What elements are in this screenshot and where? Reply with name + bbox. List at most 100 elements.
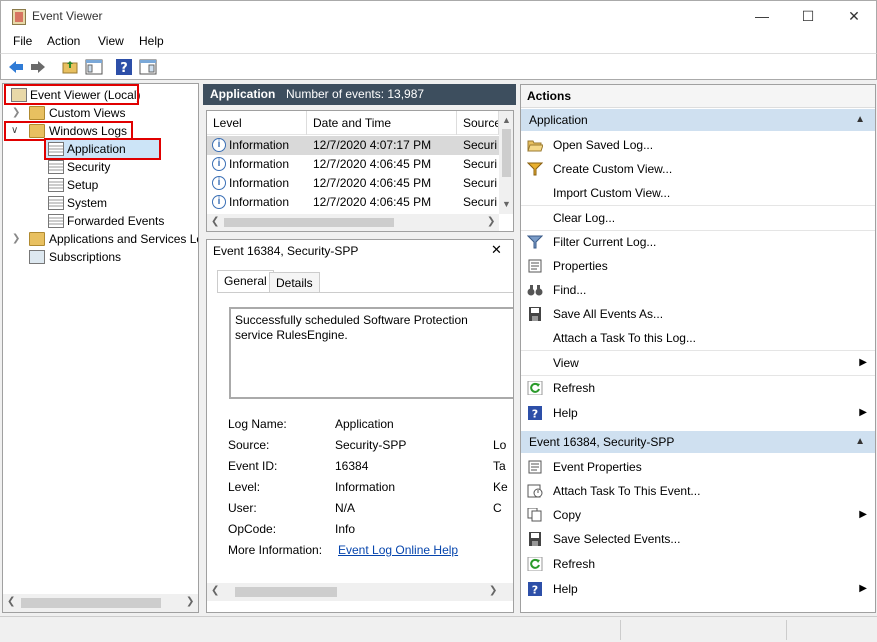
scroll-up-arrow-icon[interactable]: ▲ (502, 115, 511, 125)
maximize-button[interactable]: ☐ (785, 1, 831, 32)
close-button[interactable]: ✕ (831, 1, 877, 32)
tree-horizontal-scrollbar[interactable]: ❮ ❯ (3, 594, 198, 612)
minimize-button[interactable]: — (739, 1, 785, 32)
submenu-arrow-icon: ▶ (859, 583, 867, 594)
log-icon (48, 196, 64, 210)
event-message-box[interactable]: Successfully scheduled Software Protecti… (229, 307, 513, 399)
action-save-selected-events[interactable]: Save Selected Events... (521, 527, 875, 551)
back-arrow-icon[interactable] (7, 58, 25, 76)
forward-arrow-icon[interactable] (29, 58, 47, 76)
chevron-right-icon[interactable]: ❯ (12, 104, 24, 122)
action-copy[interactable]: Copy ▶ (521, 503, 875, 527)
event-source: Securi (463, 195, 498, 209)
event-datetime: 12/7/2020 4:06:45 PM (313, 176, 432, 190)
log-icon (48, 214, 64, 228)
column-header-level[interactable]: Level (207, 111, 307, 135)
collapse-up-icon[interactable]: ▲ (855, 109, 865, 131)
tree-item-system[interactable]: System (46, 194, 196, 212)
actions-section-event[interactable]: Event 16384, Security-SPP ▲ (521, 431, 875, 453)
up-folder-icon[interactable] (61, 58, 79, 76)
show-hide-tree-icon[interactable] (85, 58, 103, 76)
tree-item-forwarded-events[interactable]: Forwarded Events (46, 212, 196, 230)
log-header: Application Number of events: 13,987 (203, 84, 516, 105)
scroll-thumb[interactable] (21, 598, 161, 608)
event-detail-title: Event 16384, Security-SPP (213, 244, 359, 258)
tree-item-label: Forwarded Events (67, 214, 165, 228)
console-tree: Event Viewer (Local) ❯ Custom Views ∨ Wi… (2, 83, 199, 613)
event-row[interactable]: i Information 12/7/2020 4:06:45 PM Secur… (207, 193, 499, 212)
action-clear-log[interactable]: Clear Log... (521, 206, 875, 230)
tab-general[interactable]: General (217, 270, 274, 293)
field-value: 16384 (335, 459, 369, 473)
tree-item-custom-views[interactable]: ❯ Custom Views (5, 104, 195, 122)
menu-view[interactable]: View (98, 34, 124, 48)
action-properties[interactable]: Properties (521, 254, 875, 278)
action-help-event[interactable]: ? Help ▶ (521, 577, 875, 601)
scroll-thumb[interactable] (224, 218, 394, 227)
show-hide-action-pane-icon[interactable] (139, 58, 157, 76)
scroll-thumb[interactable] (235, 587, 337, 597)
action-filter-current-log[interactable]: Filter Current Log... (521, 230, 875, 254)
action-label: Copy (553, 508, 582, 522)
save-disk-icon (529, 307, 541, 321)
action-create-custom-view[interactable]: Create Custom View... (521, 157, 875, 181)
tree-item-subscriptions[interactable]: Subscriptions (5, 248, 195, 266)
highlight-box-application (44, 138, 161, 160)
actions-section-application[interactable]: Application ▲ (521, 109, 875, 131)
event-datetime: 12/7/2020 4:06:45 PM (313, 195, 432, 209)
tab-details[interactable]: Details (269, 272, 320, 293)
action-find[interactable]: Find... (521, 278, 875, 302)
scroll-down-arrow-icon[interactable]: ▼ (502, 199, 511, 209)
action-view[interactable]: View ▶ (521, 351, 875, 375)
field-value: Information (335, 480, 396, 494)
tree-item-setup[interactable]: Setup (46, 176, 196, 194)
action-label: Help (553, 582, 578, 596)
column-header-source[interactable]: Source (457, 111, 499, 135)
action-save-all-events[interactable]: Save All Events As... (521, 302, 875, 326)
svg-text:?: ? (532, 408, 538, 421)
action-event-properties[interactable]: Event Properties (521, 455, 875, 479)
action-help[interactable]: ? Help ▶ (521, 401, 875, 425)
information-icon: i (212, 157, 226, 171)
action-label: Import Custom View... (553, 186, 671, 200)
event-level: Information (229, 157, 290, 171)
event-log-online-help-link[interactable]: Event Log Online Help (338, 543, 458, 557)
action-open-saved-log[interactable]: Open Saved Log... (521, 133, 875, 157)
action-refresh[interactable]: Refresh (521, 376, 875, 400)
event-count: Number of events: 13,987 (286, 87, 425, 101)
events-vertical-scrollbar[interactable]: ▲ ▼ (499, 111, 513, 214)
chevron-right-icon[interactable]: ❯ (12, 230, 24, 248)
help-icon: ? (528, 406, 542, 421)
tree-item-label: System (67, 196, 108, 210)
menu-help[interactable]: Help (139, 34, 164, 48)
event-detail-body: General Details Successfully scheduled S… (207, 262, 513, 592)
collapse-up-icon[interactable]: ▲ (855, 431, 865, 453)
event-row[interactable]: i Information 12/7/2020 4:06:45 PM Secur… (207, 174, 499, 193)
scroll-left-arrow-icon[interactable]: ❮ (211, 585, 219, 596)
help-icon[interactable]: ? (115, 58, 133, 76)
tree-item-security[interactable]: Security (46, 158, 196, 176)
events-horizontal-scrollbar[interactable]: ❮ ❯ (207, 214, 499, 231)
menu-action[interactable]: Action (47, 34, 80, 48)
event-row[interactable]: i Information 12/7/2020 4:07:17 PM Secur… (207, 136, 499, 155)
action-import-custom-view[interactable]: Import Custom View... (521, 181, 875, 205)
menu-file[interactable]: File (13, 34, 32, 48)
scroll-left-arrow-icon[interactable]: ❮ (7, 596, 15, 607)
column-header-date-time[interactable]: Date and Time (307, 111, 457, 135)
scroll-right-arrow-icon[interactable]: ❯ (489, 585, 497, 596)
scroll-right-arrow-icon[interactable]: ❯ (487, 216, 495, 227)
scroll-left-arrow-icon[interactable]: ❮ (211, 216, 219, 227)
event-row[interactable]: i Information 12/7/2020 4:06:45 PM Secur… (207, 155, 499, 174)
scroll-right-arrow-icon[interactable]: ❯ (186, 596, 194, 607)
event-detail-pane: Event 16384, Security-SPP ✕ General Deta… (206, 239, 514, 613)
tree-item-apps-services[interactable]: ❯ Applications and Services Lo (5, 230, 198, 248)
action-attach-task-to-log[interactable]: Attach a Task To this Log... (521, 326, 875, 350)
action-label: Help (553, 406, 578, 420)
close-icon[interactable]: ✕ (491, 242, 502, 258)
action-attach-task-to-event[interactable]: Attach Task To This Event... (521, 479, 875, 503)
action-label: Create Custom View... (553, 162, 673, 176)
scroll-thumb[interactable] (502, 129, 511, 177)
field-extra: Lo (493, 438, 507, 452)
detail-horizontal-scrollbar[interactable]: ❮ ❯ (207, 583, 513, 601)
action-refresh-event[interactable]: Refresh (521, 552, 875, 576)
